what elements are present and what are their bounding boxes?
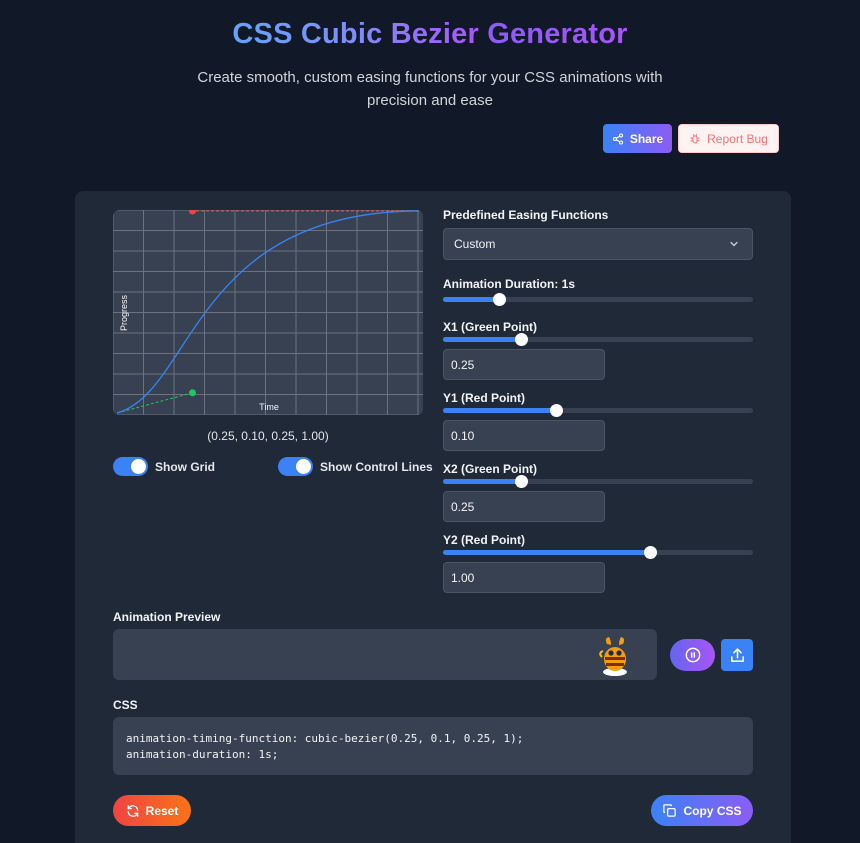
control-point-1-handle[interactable] (189, 389, 196, 397)
pause-button[interactable] (670, 639, 715, 671)
y-axis-label: Progress (119, 294, 129, 331)
bee-mascot-icon (599, 637, 627, 676)
show-control-lines-toggle-group: Show Control Lines (278, 457, 433, 476)
slider-thumb[interactable] (492, 293, 506, 306)
copy-css-label: Copy CSS (683, 803, 742, 818)
share-button[interactable]: Share (603, 124, 672, 153)
css-label: CSS (113, 698, 138, 712)
x2-input[interactable]: 0.25 (443, 491, 605, 522)
grid-lines (113, 210, 423, 415)
preview-label: Animation Preview (113, 610, 221, 624)
copy-icon (663, 804, 677, 817)
css-code-output[interactable]: animation-timing-function: cubic-bezier(… (113, 717, 753, 775)
preset-select[interactable]: Custom (443, 228, 753, 260)
preset-selected-value: Custom (454, 237, 496, 251)
duration-slider[interactable] (443, 293, 753, 306)
share-icon (612, 132, 623, 145)
page-subtitle: Create smooth, custom easing functions f… (197, 69, 663, 109)
slider-thumb[interactable] (514, 475, 528, 488)
refresh-icon (127, 804, 138, 817)
slider-fill (443, 297, 499, 302)
x1-label: X1 (Green Point) (443, 320, 538, 334)
title-main: CSS Cubic Bezier (232, 18, 479, 50)
slider-thumb[interactable] (643, 546, 657, 559)
curve-canvas[interactable]: Time Progress (113, 210, 423, 415)
control-line-1 (116, 392, 193, 414)
title-accent: Generator (487, 18, 628, 50)
chevron-down-icon (730, 241, 738, 247)
report-bug-button[interactable]: Report Bug (678, 124, 779, 153)
copy-css-button[interactable]: Copy CSS (651, 795, 753, 826)
css-line-1: animation-timing-function: cubic-bezier(… (126, 732, 524, 745)
x1-input[interactable]: 0.25 (443, 349, 605, 380)
x2-label: X2 (Green Point) (443, 462, 538, 476)
slider-thumb[interactable] (514, 333, 528, 346)
report-bug-label: Report Bug (707, 131, 768, 146)
bezier-curve-editor[interactable]: Time Progress (113, 210, 423, 415)
duration-label: Animation Duration: 1s (443, 277, 576, 291)
slider-fill (443, 337, 521, 342)
x2-slider[interactable] (443, 475, 753, 488)
export-button[interactable] (721, 639, 753, 671)
slider-fill (443, 408, 557, 413)
y2-slider[interactable] (443, 546, 753, 559)
slider-fill (443, 479, 521, 484)
control-point-2-handle[interactable] (189, 210, 196, 215)
show-control-lines-toggle[interactable] (278, 457, 313, 476)
y1-input[interactable]: 0.10 (443, 420, 605, 451)
y1-label: Y1 (Red Point) (443, 391, 526, 405)
bug-icon (690, 133, 700, 143)
y1-slider[interactable] (443, 404, 753, 417)
preset-label: Predefined Easing Functions (443, 208, 609, 222)
y2-input[interactable]: 1.00 (443, 562, 605, 593)
show-grid-label: Show Grid (155, 459, 215, 474)
x-axis-label: Time (259, 402, 279, 412)
show-grid-toggle[interactable] (113, 457, 148, 476)
reset-label: Reset (145, 803, 179, 818)
reset-button[interactable]: Reset (113, 795, 191, 826)
show-control-lines-label: Show Control Lines (320, 459, 433, 474)
show-grid-toggle-group: Show Grid (113, 457, 215, 476)
bezier-coordinates: (0.25, 0.10, 0.25, 1.00) (207, 429, 329, 443)
share-label: Share (629, 131, 664, 146)
y2-label: Y2 (Red Point) (443, 533, 526, 547)
pause-icon (685, 647, 700, 663)
slider-fill (443, 550, 650, 555)
css-line-2: animation-duration: 1s; (126, 748, 279, 761)
page-title: CSS Cubic Bezier Generator (0, 18, 860, 51)
upload-icon (730, 647, 744, 662)
x1-slider[interactable] (443, 333, 753, 346)
animation-preview-track (113, 629, 657, 680)
